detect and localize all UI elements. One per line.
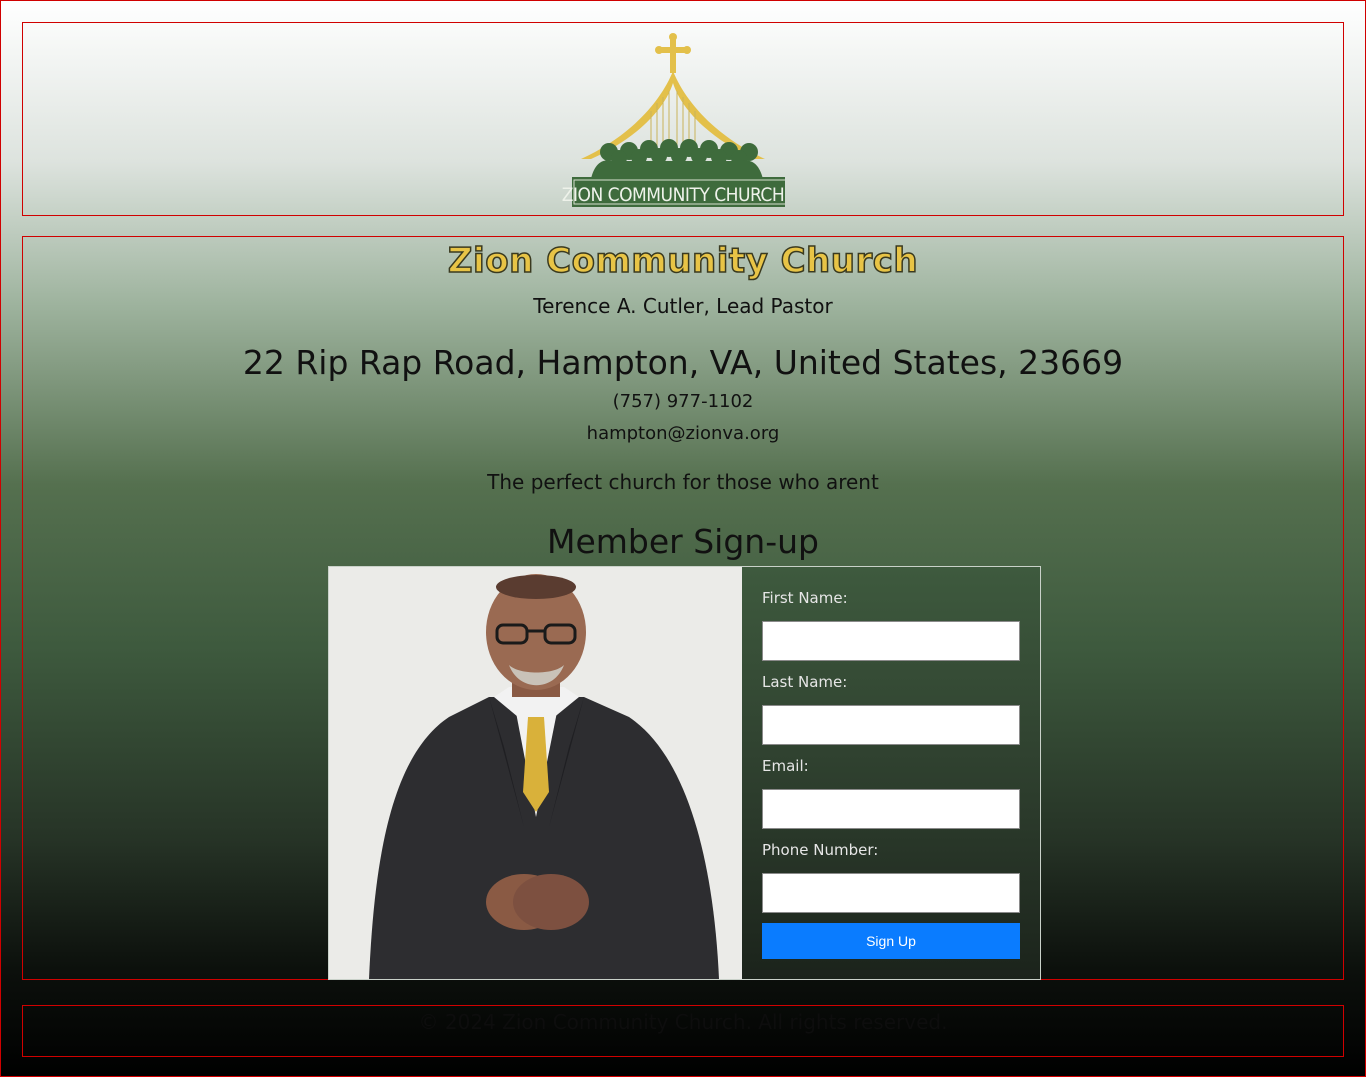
church-address: 22 Rip Rap Road, Hampton, VA, United Sta…	[242, 343, 1124, 382]
signup-card: First Name: Last Name: Email: Phone Numb…	[328, 566, 1041, 980]
svg-text:ZION COMMUNITY CHURCH: ZION COMMUNITY CHURCH	[562, 184, 784, 206]
signup-title: Member Sign-up	[547, 522, 819, 561]
church-tagline: The perfect church for those who arent	[487, 470, 879, 494]
phone-input[interactable]	[762, 873, 1020, 913]
footer-section: © 2024 Zion Community Church. All rights…	[22, 1005, 1344, 1057]
sign-up-button[interactable]: Sign Up	[762, 923, 1020, 959]
church-logo[interactable]: ZION COMMUNITY CHURCH	[561, 31, 785, 209]
email-input[interactable]	[762, 789, 1020, 829]
main-section: Zion Community Church Terence A. Cutler,…	[22, 236, 1344, 980]
header-section: ZION COMMUNITY CHURCH	[22, 22, 1344, 216]
church-email: hampton@zionva.org	[586, 423, 780, 444]
last-name-input[interactable]	[762, 705, 1020, 745]
first-name-label: First Name:	[762, 589, 848, 607]
church-phone: (757) 977-1102	[612, 391, 754, 412]
first-name-input[interactable]	[762, 621, 1020, 661]
pastor-photo	[329, 567, 742, 979]
phone-label: Phone Number:	[762, 841, 879, 859]
footer-copyright: © 2024 Zion Community Church. All rights…	[418, 1010, 948, 1034]
pastor-name: Terence A. Cutler, Lead Pastor	[533, 294, 833, 318]
church-name-heading: Zion Community Church	[447, 240, 919, 282]
last-name-label: Last Name:	[762, 673, 848, 691]
email-label: Email:	[762, 757, 809, 775]
